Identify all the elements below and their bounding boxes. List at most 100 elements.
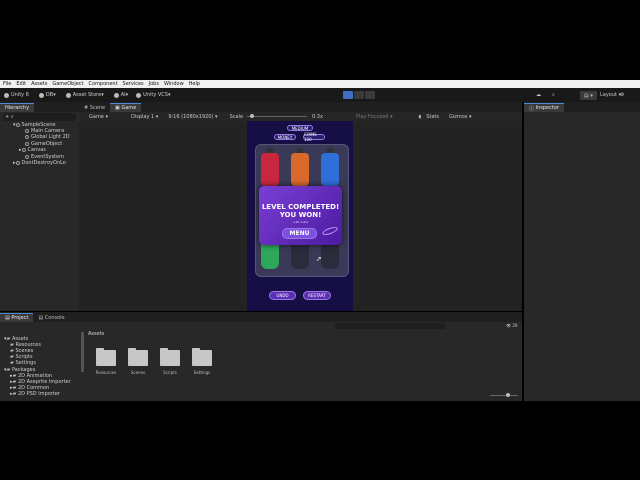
menu-bar: File Edit Assets GameObject Component Se…: [0, 80, 640, 88]
menu-button[interactable]: MENU: [282, 228, 317, 239]
menu-component[interactable]: Component: [89, 81, 118, 87]
folder-icon: ▰: [10, 360, 14, 366]
gameobject-icon: [25, 142, 29, 146]
folder-resources-label: Resources: [95, 370, 117, 375]
modal-subtitle: +10 coins: [292, 220, 309, 224]
gameobject-icon: [25, 135, 29, 139]
menu-window[interactable]: Window: [164, 81, 184, 87]
restart-button[interactable]: RESTART: [303, 291, 331, 300]
tab-project[interactable]: ▤ Project: [0, 313, 34, 322]
scene-icon: [15, 123, 20, 127]
resolution-dropdown[interactable]: 9:16 (1080x1920) ▾: [163, 114, 217, 120]
modal-title-line1: LEVEL COMPLETED!: [261, 203, 340, 211]
hierarchy-search-input[interactable]: + ⌕: [3, 113, 76, 121]
unity-version-button[interactable]: Unity 6: [4, 92, 29, 98]
tree-settings[interactable]: ▰ Settings: [10, 360, 36, 366]
project-breadcrumb: Assets: [88, 331, 105, 337]
center-tab-strip: # Scene ▣ Game: [79, 102, 522, 112]
vcs-button[interactable]: Unity VCS ▾: [136, 92, 170, 98]
menu-file[interactable]: File: [3, 81, 11, 87]
tab-scene[interactable]: # Scene: [79, 103, 111, 112]
main-toolbar: Unity 6 DB ▾ Asset Store ▾ AI ▾ Unity VC…: [0, 88, 640, 102]
game-toolbar: Game ▾ Display 1 ▾ 9:16 (1080x1920) ▾ Sc…: [79, 112, 522, 121]
undo-button[interactable]: UNDO: [269, 291, 296, 300]
menu-help[interactable]: Help: [189, 81, 200, 87]
hierarchy-panel: Hierarchy + ⌕ ▾ SampleScene Main Camera …: [0, 102, 79, 311]
layers-button[interactable]: ▤ ▾: [580, 91, 597, 100]
tab-inspector[interactable]: ⓘ Inspector: [524, 103, 564, 112]
play-focused-dropdown[interactable]: Play Focused ▾: [351, 114, 393, 120]
bottle-blue[interactable]: [321, 153, 339, 187]
planet-icon: [321, 225, 339, 237]
tree-scrollbar[interactable]: [81, 332, 84, 372]
icon-size-slider-handle[interactable]: [506, 393, 510, 397]
gameobject-icon: [25, 129, 29, 133]
icon-size-slider[interactable]: [490, 393, 518, 397]
tab-console[interactable]: ▤ Console: [33, 313, 70, 322]
menu-edit[interactable]: Edit: [16, 81, 26, 87]
layout-dropdown[interactable]: Layout ▾: [600, 88, 621, 102]
tree-item-canvas[interactable]: ▸ Canvas: [19, 147, 46, 153]
tree-2d-psd[interactable]: ▸ ▰ 2D PSD Importer: [10, 391, 60, 397]
tab-hierarchy[interactable]: Hierarchy: [0, 103, 35, 112]
project-tree: ▾ ▰ Assets ▰ Resources ▰ Scenes ▰ Script…: [0, 330, 84, 401]
ai-icon: [113, 92, 119, 98]
folder-scripts-label: Scripts: [163, 370, 177, 375]
stats-toggle[interactable]: Stats: [426, 114, 439, 120]
ai-button[interactable]: AI ▾: [113, 92, 128, 98]
add-icon[interactable]: +: [5, 114, 9, 120]
account-button[interactable]: DB ▾: [38, 92, 56, 98]
scale-slider-handle[interactable]: [250, 114, 255, 118]
folder-scripts-icon[interactable]: [160, 348, 180, 366]
play-controls: [343, 91, 376, 99]
display-dropdown[interactable]: Display 1 ▾: [126, 114, 158, 120]
info-icon: ⓘ: [529, 105, 535, 112]
bottle-orange[interactable]: [291, 153, 309, 187]
money-button[interactable]: MONEY: [274, 134, 296, 140]
project-panel: ▤ Project ▤ Console 👁 29 ▾ ▰ Assets ▰ Re…: [0, 312, 522, 401]
asset-store-button[interactable]: Asset Store ▾: [65, 92, 104, 98]
inspector-panel: ⓘ Inspector: [524, 102, 640, 401]
scene-icon: [15, 161, 20, 165]
gameobject-icon: [21, 148, 26, 152]
menu-services[interactable]: Services: [123, 81, 144, 87]
search-icon[interactable]: ⌕: [552, 88, 555, 102]
game-mode-dropdown[interactable]: Game ▾: [84, 114, 108, 120]
account-icon: [38, 92, 44, 98]
folder-settings-label: Settings: [193, 370, 211, 375]
tab-game[interactable]: ▣ Game: [110, 103, 142, 112]
settings-icon[interactable]: ⚙: [620, 88, 624, 102]
cloud-icon[interactable]: ☁: [536, 88, 541, 102]
bottle-red[interactable]: [261, 153, 279, 187]
folder-resources-icon[interactable]: [96, 348, 116, 366]
mute-icon[interactable]: ◖: [419, 114, 422, 120]
folder-scenes-icon[interactable]: [128, 348, 148, 366]
menu-jobs[interactable]: Jobs: [149, 81, 159, 87]
mouse-cursor-icon: ➚: [316, 255, 322, 263]
folder-settings-icon[interactable]: [192, 348, 212, 366]
unity-logo-icon: [4, 92, 9, 98]
asset-count: 👁 29: [506, 323, 518, 328]
gizmos-dropdown[interactable]: Gizmos ▾: [444, 114, 472, 120]
gameobject-icon: [25, 155, 29, 159]
step-button[interactable]: [365, 91, 375, 99]
vcs-icon: [136, 92, 142, 98]
menu-gameobject[interactable]: GameObject: [52, 81, 83, 87]
menu-assets[interactable]: Assets: [31, 81, 47, 87]
pause-button[interactable]: [354, 91, 364, 99]
project-search-input[interactable]: [335, 323, 445, 329]
scale-label: Scale: [229, 113, 244, 120]
folder-scenes-label: Scenes: [130, 370, 146, 375]
search-icon: ⌕: [10, 114, 14, 120]
play-button[interactable]: [343, 91, 353, 99]
tree-item-global-light[interactable]: Global Light 2D: [25, 134, 70, 140]
store-icon: [65, 92, 71, 98]
modal-title-line2: YOU WON!: [279, 211, 322, 219]
tree-item-dontdestroyonload[interactable]: ▸ DontDestroyOnLo: [13, 160, 66, 166]
scale-value: 0.3x: [312, 113, 323, 120]
scale-slider[interactable]: [247, 114, 308, 118]
level-complete-modal: LEVEL COMPLETED! YOU WON! +10 coins MENU: [259, 186, 342, 245]
coins-button[interactable]: COINS 100: [303, 132, 325, 142]
level-badge: MEDIUM: [287, 125, 313, 131]
package-icon: ▰: [12, 391, 17, 397]
